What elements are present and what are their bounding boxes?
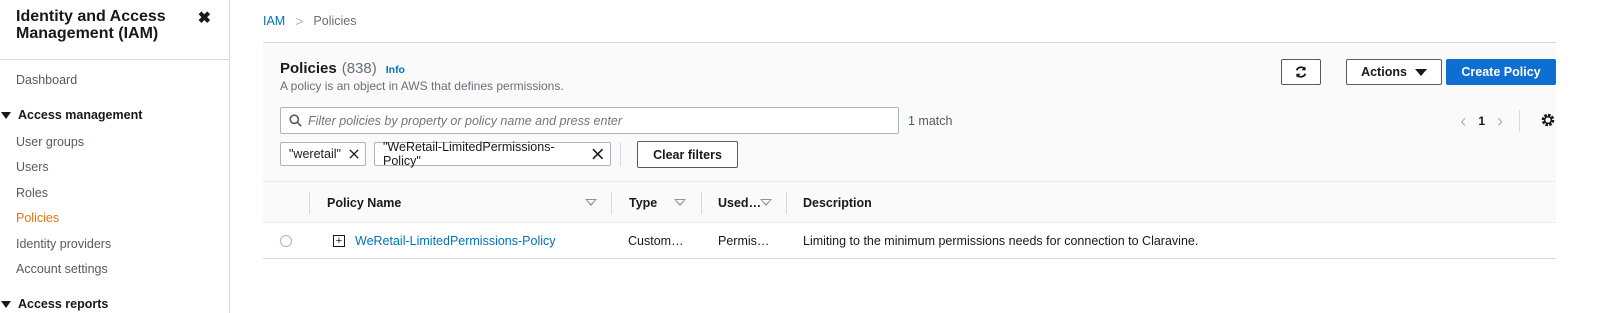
type-cell: Custom… <box>628 233 684 248</box>
page-title: Policies <box>280 60 337 77</box>
search-icon <box>289 114 302 127</box>
sidebar-item-policies[interactable]: Policies <box>16 211 59 225</box>
used-as-cell: Permis… <box>718 233 770 248</box>
column-header-used-as[interactable]: Used… <box>718 182 772 223</box>
expand-icon[interactable]: + <box>333 234 345 247</box>
sidebar-section-access-management[interactable]: Access management <box>0 108 142 122</box>
sidebar-item-account-settings[interactable]: Account settings <box>16 262 108 276</box>
sidebar-item-user-groups[interactable]: User groups <box>16 135 84 149</box>
pagination: ‹ 1 › <box>1452 110 1520 132</box>
column-header-description[interactable]: Description <box>803 182 872 223</box>
sidebar-item-roles[interactable]: Roles <box>16 186 48 200</box>
column-header-type[interactable]: Type <box>629 182 686 223</box>
refresh-button[interactable] <box>1281 59 1321 85</box>
chevron-right-icon[interactable]: › <box>1497 111 1503 132</box>
filter-token: "WeRetail-LimitedPermissions-Policy" <box>374 140 611 168</box>
column-separator <box>309 192 310 214</box>
info-link[interactable]: Info <box>386 64 405 76</box>
close-icon[interactable]: ✖ <box>198 8 211 28</box>
clear-filters-button[interactable]: Clear filters <box>637 141 738 168</box>
create-policy-button[interactable]: Create Policy <box>1446 59 1556 85</box>
refresh-icon <box>1295 66 1307 78</box>
sort-icon <box>760 199 772 206</box>
page-description: A policy is an object in AWS that define… <box>280 79 564 93</box>
policy-name-link[interactable]: WeRetail-LimitedPermissions-Policy <box>355 234 556 248</box>
column-separator <box>786 192 787 214</box>
caret-down-icon <box>1 300 11 308</box>
sidebar: Identity and Access Management (IAM) ✖ D… <box>0 0 230 313</box>
page-number[interactable]: 1 <box>1478 114 1485 128</box>
table-row: + WeRetail-LimitedPermissions-Policy Cus… <box>263 223 1556 259</box>
column-header-policy-name[interactable]: Policy Name <box>327 182 597 223</box>
main-content: IAM > Policies Policies (838) Info A pol… <box>230 0 1600 313</box>
search-box[interactable] <box>280 107 899 134</box>
page-title-group: Policies (838) Info <box>280 60 405 77</box>
actions-label: Actions <box>1361 65 1407 79</box>
sidebar-section-label: Access reports <box>18 297 109 311</box>
column-header-label: Type <box>629 195 658 210</box>
row-select-cell <box>280 223 292 258</box>
sidebar-item-identity-providers[interactable]: Identity providers <box>16 237 111 251</box>
caret-down-icon <box>1 111 11 119</box>
description-cell: Limiting to the minimum permissions need… <box>803 233 1199 248</box>
chevron-right-icon: > <box>295 13 304 29</box>
divider <box>1519 110 1520 132</box>
filter-token-label: "weretail" <box>289 147 341 161</box>
sidebar-section-label: Access management <box>18 108 143 122</box>
sort-icon <box>674 199 686 206</box>
sidebar-item-users[interactable]: Users <box>16 160 49 174</box>
divider <box>620 142 621 166</box>
breadcrumb-current: Policies <box>313 14 357 28</box>
column-separator <box>701 192 702 214</box>
chevron-left-icon[interactable]: ‹ <box>1460 111 1466 132</box>
close-icon[interactable] <box>592 148 604 160</box>
filter-token: "weretail" <box>280 142 366 166</box>
close-icon[interactable] <box>349 148 359 160</box>
policy-count: (838) <box>341 60 377 77</box>
sidebar-section-access-reports[interactable]: Access reports <box>0 297 108 311</box>
match-count: 1 match <box>908 114 953 128</box>
breadcrumb: IAM > Policies <box>263 13 357 29</box>
actions-dropdown[interactable]: Actions <box>1346 59 1442 85</box>
filter-token-label: "WeRetail-LimitedPermissions-Policy" <box>383 140 555 168</box>
policies-panel-header: Policies (838) Info A policy is an objec… <box>263 43 1556 181</box>
policy-name-cell: + WeRetail-LimitedPermissions-Policy <box>333 223 556 258</box>
breadcrumb-iam-link[interactable]: IAM <box>263 14 285 28</box>
row-radio[interactable] <box>280 234 292 247</box>
sidebar-header: Identity and Access Management (IAM) ✖ <box>0 0 229 60</box>
caret-down-icon <box>1414 68 1427 76</box>
sort-icon <box>585 199 597 206</box>
table-header: Policy Name Type Used… Description <box>263 181 1556 223</box>
column-header-label: Description <box>803 195 872 210</box>
gear-icon[interactable] <box>1540 112 1556 131</box>
sidebar-item-dashboard[interactable]: Dashboard <box>16 73 77 87</box>
sidebar-title: Identity and Access Management (IAM) <box>16 8 166 42</box>
column-header-label: Used… <box>718 195 762 210</box>
search-input[interactable] <box>308 113 888 128</box>
column-header-label: Policy Name <box>327 195 402 210</box>
column-separator <box>611 192 612 214</box>
